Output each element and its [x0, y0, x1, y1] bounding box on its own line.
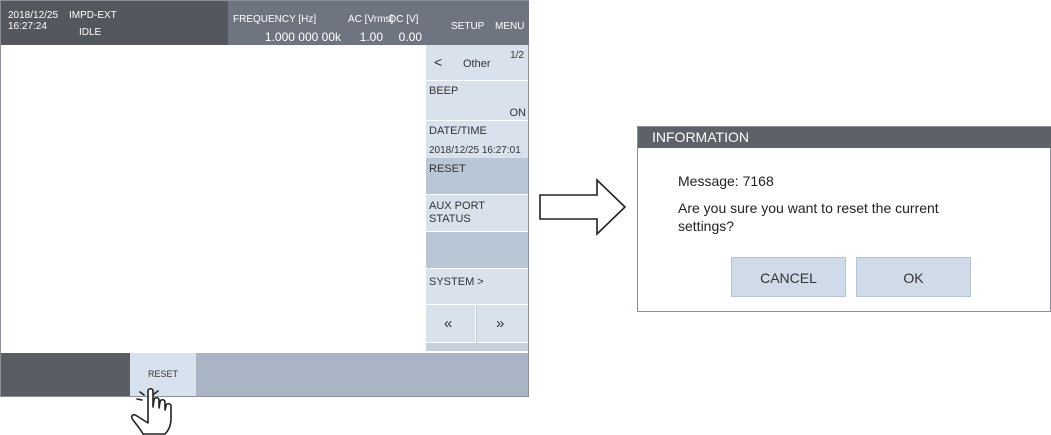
menu-button[interactable]: MENU	[495, 21, 524, 32]
cancel-button[interactable]: CANCEL	[731, 257, 846, 297]
bottom-function-bar: RESET	[1, 353, 528, 396]
hand-pointer-icon	[130, 387, 172, 435]
bottom-bar-left-segment	[1, 353, 130, 396]
page-indicator: 1/2	[510, 50, 524, 61]
back-icon[interactable]: <	[434, 54, 442, 70]
instrument-screen: 2018/12/25 16:27:24 IMPD-EXT IDLE FREQUE…	[0, 0, 529, 397]
double-chevron-left-icon: «	[444, 315, 453, 332]
double-chevron-right-icon: »	[496, 315, 505, 332]
datetime-value: 2018/12/25 16:27:01	[429, 145, 521, 156]
reset-side-button[interactable]: RESET	[426, 158, 528, 195]
state-text: IDLE	[79, 27, 102, 38]
system-label: SYSTEM >	[429, 276, 484, 288]
frequency-value[interactable]: 1.000 000 00k	[241, 30, 341, 44]
system-button[interactable]: SYSTEM >	[426, 269, 528, 305]
side-menu-title: Other	[463, 58, 491, 70]
arrow-right-icon	[539, 178, 627, 236]
beep-value: ON	[509, 107, 527, 119]
frequency-label: FREQUENCY [Hz]	[233, 14, 317, 25]
empty-side-slot	[426, 232, 528, 269]
aux-port-label-line1: AUX PORT	[429, 200, 486, 212]
date-text: 2018/12/25	[8, 10, 59, 21]
mode-text: IMPD-EXT	[69, 10, 117, 21]
status-bar: 2018/12/25 16:27:24 IMPD-EXT IDLE FREQUE…	[1, 1, 529, 45]
ac-value[interactable]: 1.00	[348, 30, 383, 44]
aux-port-status-button[interactable]: AUX PORT STATUS	[426, 195, 528, 232]
next-page-button[interactable]: »	[477, 305, 528, 343]
setup-button[interactable]: SETUP	[451, 21, 484, 32]
beep-label: BEEP	[429, 85, 459, 97]
side-menu-header: < Other 1/2	[426, 45, 528, 81]
dialog-title: INFORMATION	[638, 127, 1051, 148]
aux-port-label-line2: STATUS	[429, 213, 471, 225]
dc-value[interactable]: 0.00	[389, 30, 422, 44]
prev-page-button[interactable]: «	[426, 305, 476, 343]
dialog-message-code: Message: 7168	[678, 173, 774, 189]
dc-label: DC [V]	[389, 14, 419, 25]
dialog-question-line2: settings?	[678, 218, 735, 234]
side-menu-panel: < Other 1/2 BEEP ON DATE/TIME 2018/12/25…	[426, 45, 528, 351]
information-dialog: INFORMATION Message: 7168 Are you sure y…	[637, 126, 1051, 312]
dialog-question-line1: Are you sure you want to reset the curre…	[678, 200, 939, 216]
ok-button[interactable]: OK	[856, 257, 971, 297]
time-text: 16:27:24	[8, 21, 47, 32]
reset-side-label: RESET	[429, 163, 466, 175]
beep-button[interactable]: BEEP ON	[426, 81, 528, 121]
datetime-label: DATE/TIME	[429, 125, 487, 137]
ac-label: AC [Vrms]	[348, 14, 394, 25]
